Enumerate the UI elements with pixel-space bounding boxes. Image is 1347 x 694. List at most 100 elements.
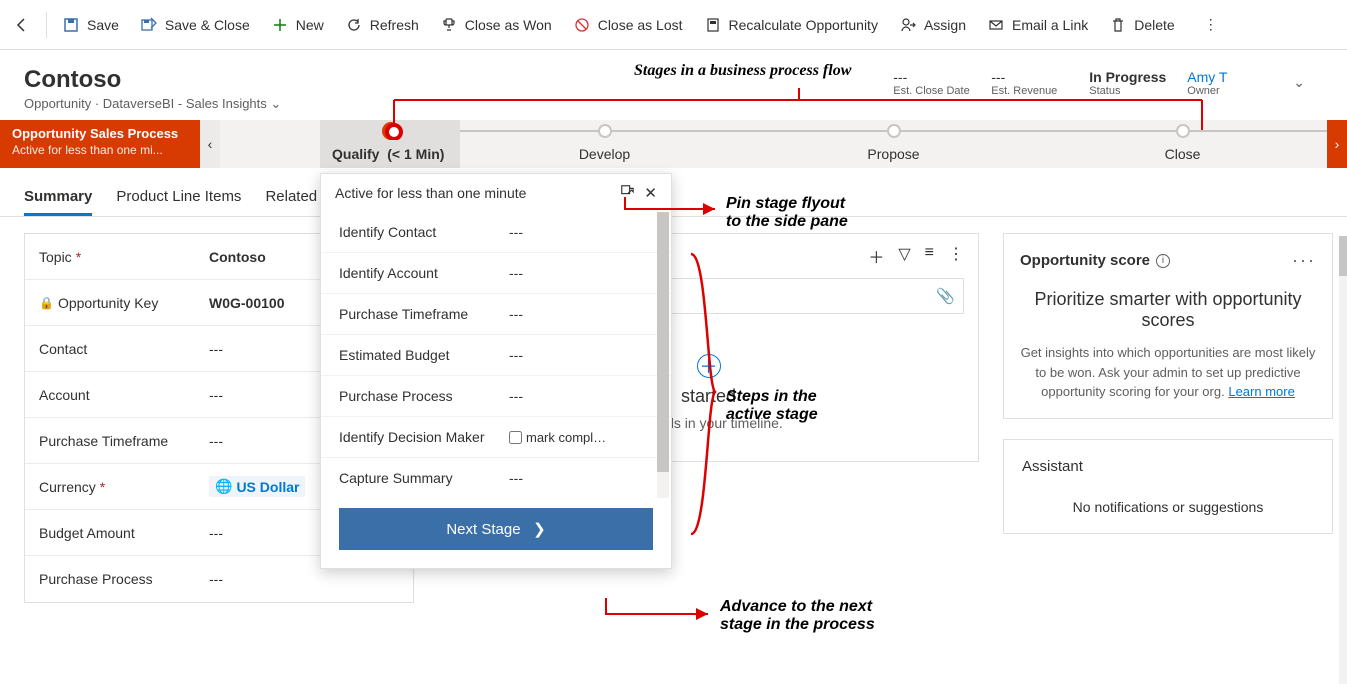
- email-link-label: Email a Link: [1012, 17, 1088, 33]
- page-scroll-thumb[interactable]: [1339, 236, 1347, 276]
- bpf-prev-button[interactable]: ‹: [200, 120, 220, 168]
- record-header: Contoso Opportunity · DataverseBI - Sale…: [0, 50, 1347, 120]
- close-lost-label: Close as Lost: [598, 17, 683, 33]
- timeline-filter-button[interactable]: ▽: [898, 244, 910, 268]
- page-title: Contoso: [24, 66, 281, 94]
- bpf-stage-qualify[interactable]: Qualify (< 1 Min): [320, 120, 460, 168]
- mark-complete-checkbox[interactable]: [509, 431, 522, 444]
- assign-button[interactable]: Assign: [890, 11, 976, 39]
- delete-button[interactable]: Delete: [1100, 11, 1184, 39]
- tabs: Summary Product Line Items Related: [0, 168, 1347, 217]
- bpf-dot: [887, 124, 901, 138]
- flyout-body: Identify Contact --- Identify Account --…: [321, 212, 671, 498]
- info-icon[interactable]: i: [1156, 254, 1170, 268]
- bpf-stage-propose[interactable]: Propose: [749, 120, 1038, 168]
- timeline-create-button[interactable]: ＋: [697, 354, 721, 378]
- save-close-icon: [141, 17, 157, 33]
- step-estimated-budget[interactable]: Estimated Budget ---: [321, 335, 671, 376]
- assistant-empty: No notifications or suggestions: [1022, 499, 1314, 515]
- save-button[interactable]: Save: [53, 11, 129, 39]
- prohibit-icon: [574, 17, 590, 33]
- back-button[interactable]: [4, 11, 40, 39]
- main: Topic * Contoso 🔒 Opportunity Key W0G-00…: [0, 217, 1347, 603]
- timeline-more-button[interactable]: ⋮: [948, 244, 964, 268]
- bpf-stages: Qualify (< 1 Min) Develop Propose Close: [320, 120, 1327, 168]
- step-capture-summary[interactable]: Capture Summary ---: [321, 458, 671, 498]
- pin-icon[interactable]: [620, 184, 634, 202]
- opportunity-score-card: Opportunity score i ··· Prioritize smart…: [1003, 233, 1333, 419]
- command-bar: Save Save & Close New Refresh Close as W…: [0, 0, 1347, 50]
- flyout-title: Active for less than one minute: [335, 185, 526, 201]
- step-identify-contact[interactable]: Identify Contact ---: [321, 212, 671, 253]
- plus-icon: [272, 17, 288, 33]
- save-close-button[interactable]: Save & Close: [131, 11, 260, 39]
- new-button[interactable]: New: [262, 11, 334, 39]
- bpf-dot: [1176, 124, 1190, 138]
- lock-icon: 🔒: [39, 296, 54, 310]
- bpf-stage-close[interactable]: Close: [1038, 120, 1327, 168]
- new-label: New: [296, 17, 324, 33]
- trash-icon: [1110, 17, 1126, 33]
- bpf-next-button[interactable]: ›: [1327, 120, 1347, 168]
- refresh-button[interactable]: Refresh: [336, 11, 429, 39]
- tab-product-line-items[interactable]: Product Line Items: [116, 180, 241, 216]
- close-icon[interactable]: ✕: [644, 184, 657, 202]
- meta-revenue[interactable]: --- Est. Revenue: [991, 69, 1071, 97]
- bpf-process-name[interactable]: Opportunity Sales Process Active for les…: [0, 120, 200, 168]
- step-identify-account[interactable]: Identify Account ---: [321, 253, 671, 294]
- attach-icon: 📎: [936, 287, 955, 305]
- assistant-title: Assistant: [1022, 458, 1314, 475]
- save-label: Save: [87, 17, 119, 33]
- trophy-icon: [441, 17, 457, 33]
- header-meta: --- Est. Close Date --- Est. Revenue In …: [893, 66, 1323, 99]
- email-link-button[interactable]: Email a Link: [978, 11, 1098, 39]
- assistant-card: Assistant No notifications or suggestion…: [1003, 439, 1333, 534]
- next-stage-button[interactable]: Next Stage ❯: [339, 508, 653, 550]
- globe-icon: 🌐: [215, 478, 232, 495]
- bpf-dot-active: [382, 122, 400, 140]
- meta-close-date[interactable]: --- Est. Close Date: [893, 69, 973, 97]
- calculator-icon: [705, 17, 721, 33]
- bpf-bar: Opportunity Sales Process Active for les…: [0, 120, 1347, 168]
- stage-flyout: Active for less than one minute ✕ Identi…: [320, 173, 672, 569]
- close-won-label: Close as Won: [465, 17, 552, 33]
- overflow-button[interactable]: ⋮: [1193, 11, 1229, 39]
- score-body: Get insights into which opportunities ar…: [1020, 343, 1316, 402]
- refresh-label: Refresh: [370, 17, 419, 33]
- assign-label: Assign: [924, 17, 966, 33]
- required-icon: *: [100, 479, 105, 495]
- meta-status[interactable]: In Progress Status: [1089, 69, 1169, 97]
- divider: [46, 12, 47, 38]
- refresh-icon: [346, 17, 362, 33]
- annot-advance: Advance to the nextstage in the process: [720, 598, 875, 634]
- assign-icon: [900, 17, 916, 33]
- page-scrollbar[interactable]: [1339, 236, 1347, 684]
- meta-owner[interactable]: Amy T Owner: [1187, 69, 1267, 97]
- learn-more-link[interactable]: Learn more: [1228, 384, 1294, 399]
- chevron-down-icon: ⌄: [270, 96, 281, 111]
- step-purchase-timeframe[interactable]: Purchase Timeframe ---: [321, 294, 671, 335]
- recalc-label: Recalculate Opportunity: [729, 17, 878, 33]
- tab-summary[interactable]: Summary: [24, 180, 92, 216]
- tab-related[interactable]: Related: [265, 180, 317, 216]
- more-vertical-icon: ⋮: [1203, 17, 1219, 33]
- score-heading: Prioritize smarter with opportunity scor…: [1020, 289, 1316, 331]
- bpf-stage-develop[interactable]: Develop: [460, 120, 749, 168]
- close-won-button[interactable]: Close as Won: [431, 11, 562, 39]
- timeline-sort-button[interactable]: ≡: [925, 244, 934, 268]
- step-decision-maker[interactable]: Identify Decision Maker mark compl…: [321, 417, 671, 458]
- timeline-add-button[interactable]: ＋: [868, 244, 884, 268]
- score-title: Opportunity score: [1020, 252, 1150, 269]
- save-close-label: Save & Close: [165, 17, 250, 33]
- header-expand-button[interactable]: ⌄: [1285, 66, 1313, 99]
- card-more-button[interactable]: ···: [1292, 250, 1316, 271]
- required-icon: *: [76, 249, 81, 265]
- breadcrumb[interactable]: Opportunity · DataverseBI - Sales Insigh…: [24, 96, 281, 112]
- recalc-button[interactable]: Recalculate Opportunity: [695, 11, 888, 39]
- mail-icon: [988, 17, 1004, 33]
- flyout-scroll-thumb[interactable]: [657, 212, 669, 472]
- bpf-dot: [598, 124, 612, 138]
- close-lost-button[interactable]: Close as Lost: [564, 11, 693, 39]
- insights-column: Opportunity score i ··· Prioritize smart…: [1003, 233, 1333, 603]
- step-purchase-process[interactable]: Purchase Process ---: [321, 376, 671, 417]
